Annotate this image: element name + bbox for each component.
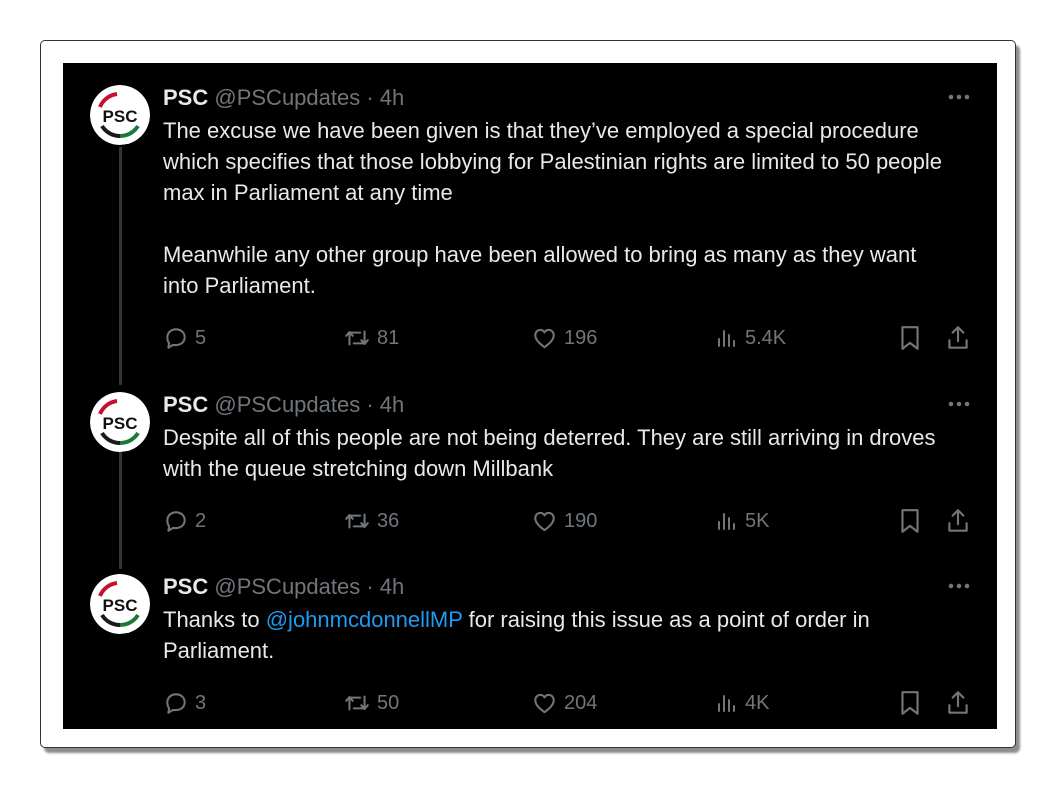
more-icon[interactable] <box>945 394 973 414</box>
views-icon <box>718 513 735 530</box>
like-count: 204 <box>564 691 598 714</box>
tweet-text: Thanks to @johnmcdonnellMP for raising t… <box>163 604 953 666</box>
repost-button[interactable]: 81 <box>343 323 399 353</box>
tweet-paragraph: Meanwhile any other group have been allo… <box>163 242 917 298</box>
reply-button[interactable]: 2 <box>163 506 206 536</box>
repost-icon <box>345 330 369 346</box>
like-button[interactable]: 204 <box>531 688 597 718</box>
share-button[interactable] <box>945 688 971 718</box>
more-icon[interactable] <box>945 576 973 596</box>
repost-icon <box>345 695 369 711</box>
svg-text:PSC: PSC <box>103 414 138 433</box>
timestamp[interactable]: · 4h <box>366 392 404 417</box>
author-handle[interactable]: @PSCupdates <box>214 392 360 417</box>
avatar[interactable]: PSC <box>90 392 150 452</box>
bookmark-button[interactable] <box>897 688 923 718</box>
svg-text:PSC: PSC <box>103 107 138 126</box>
repost-button[interactable]: 50 <box>343 688 399 718</box>
views-count: 4K <box>745 691 770 714</box>
more-icon[interactable] <box>945 87 973 107</box>
author-handle[interactable]: @PSCupdates <box>214 574 360 599</box>
repost-count: 81 <box>377 326 400 349</box>
views-count: 5K <box>745 509 770 532</box>
reply-count: 2 <box>195 509 207 532</box>
like-count: 196 <box>564 326 598 349</box>
bookmark-icon <box>901 326 919 350</box>
share-icon <box>948 691 968 714</box>
svg-text:PSC: PSC <box>103 596 138 615</box>
tweet-actions: 3 50 204 4K <box>63 688 997 718</box>
reply-icon <box>166 693 186 714</box>
avatar[interactable]: PSC <box>90 574 150 634</box>
mention-link[interactable]: @johnmcdonnellMP <box>266 607 463 632</box>
views-icon <box>718 330 735 347</box>
reply-icon <box>166 328 186 349</box>
views-button[interactable]: 5.4K <box>715 323 786 353</box>
tweet-text: Despite all of this people are not being… <box>163 422 953 484</box>
tweet-actions: 2 36 190 5K <box>63 506 997 536</box>
share-button[interactable] <box>945 506 971 536</box>
repost-count: 36 <box>377 509 400 532</box>
reply-count: 5 <box>195 326 207 349</box>
repost-count: 50 <box>377 691 400 714</box>
bookmark-icon <box>901 691 919 715</box>
reply-button[interactable]: 5 <box>163 323 206 353</box>
timestamp[interactable]: · 4h <box>366 85 404 110</box>
tweet-paragraph: Despite all of this people are not being… <box>163 425 936 481</box>
bookmark-icon <box>901 509 919 533</box>
author-name[interactable]: PSC <box>163 85 208 110</box>
like-button[interactable]: 190 <box>531 506 597 536</box>
tweet-paragraph: Thanks to @johnmcdonnellMP for raising t… <box>163 604 953 666</box>
thread-panel: PSC PSC @PSCupdates · 4h The excuse we h… <box>63 63 997 729</box>
reply-icon <box>166 511 186 532</box>
tweet-text: The excuse we have been given is that th… <box>163 115 953 301</box>
text-segment: Thanks to <box>163 607 266 632</box>
views-count: 5.4K <box>745 326 787 349</box>
repost-button[interactable]: 36 <box>343 506 399 536</box>
bookmark-button[interactable] <box>897 323 923 353</box>
reply-button[interactable]: 3 <box>163 688 206 718</box>
reply-count: 3 <box>195 691 207 714</box>
share-icon <box>948 509 968 532</box>
tweet-header: PSC @PSCupdates · 4h <box>163 85 404 111</box>
repost-icon <box>345 513 369 529</box>
views-button[interactable]: 4K <box>715 688 769 718</box>
like-icon <box>534 328 555 349</box>
tweet-actions: 5 81 196 5.4K <box>63 323 997 353</box>
like-count: 190 <box>564 509 598 532</box>
like-icon <box>534 693 555 714</box>
author-name[interactable]: PSC <box>163 392 208 417</box>
share-icon <box>948 326 968 349</box>
tweet-header: PSC @PSCupdates · 4h <box>163 574 404 600</box>
author-name[interactable]: PSC <box>163 574 208 599</box>
like-button[interactable]: 196 <box>531 323 597 353</box>
tweet-paragraph: The excuse we have been given is that th… <box>163 118 943 205</box>
timestamp[interactable]: · 4h <box>366 574 404 599</box>
views-icon <box>718 695 735 712</box>
tweet-header: PSC @PSCupdates · 4h <box>163 392 404 418</box>
avatar[interactable]: PSC <box>90 85 150 145</box>
like-icon <box>534 511 555 532</box>
author-handle[interactable]: @PSCupdates <box>214 85 360 110</box>
share-button[interactable] <box>945 323 971 353</box>
bookmark-button[interactable] <box>897 506 923 536</box>
views-button[interactable]: 5K <box>715 506 769 536</box>
